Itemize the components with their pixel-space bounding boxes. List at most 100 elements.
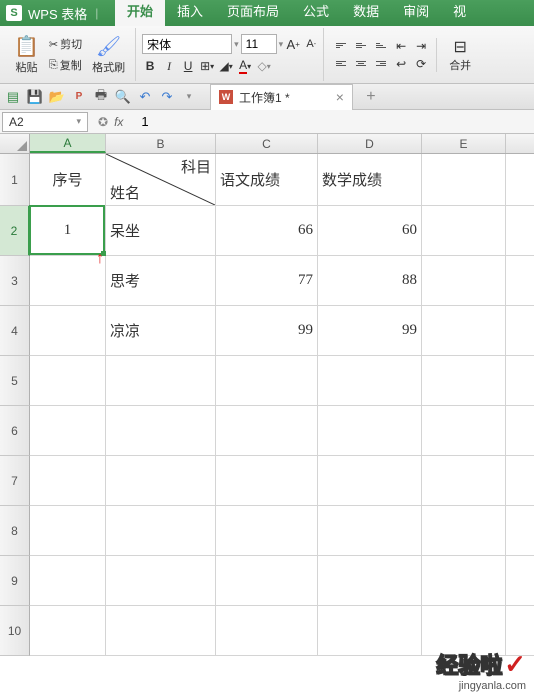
menu-insert[interactable]: 插入 bbox=[165, 0, 215, 26]
row-header-10[interactable]: 10 bbox=[0, 606, 30, 656]
cell-B5[interactable] bbox=[106, 356, 216, 405]
row-header-4[interactable]: 4 bbox=[0, 306, 30, 356]
document-tab[interactable]: W 工作簿1 * × bbox=[210, 84, 353, 110]
cell-C3[interactable]: 77 bbox=[216, 256, 318, 305]
cell-B6[interactable] bbox=[106, 406, 216, 455]
decrease-font-button[interactable]: A- bbox=[303, 35, 319, 53]
cell-A8[interactable] bbox=[30, 506, 106, 555]
save-button[interactable]: 💾 bbox=[26, 88, 44, 106]
column-header-A[interactable]: A bbox=[30, 134, 106, 153]
new-file-button[interactable]: ▤ bbox=[4, 88, 22, 106]
column-header-D[interactable]: D bbox=[318, 134, 422, 153]
cells-area[interactable]: ↑ 序号科目姓名语文成绩数学成绩1呆坐6660思考7788凉凉9999 bbox=[30, 154, 534, 656]
cell-C10[interactable] bbox=[216, 606, 318, 655]
cell-A2[interactable]: 1 bbox=[30, 206, 106, 255]
cell-D5[interactable] bbox=[318, 356, 422, 405]
qat-dropdown[interactable]: ▾ bbox=[180, 88, 198, 106]
column-header-C[interactable]: C bbox=[216, 134, 318, 153]
cell-E5[interactable] bbox=[422, 356, 506, 405]
cell-A5[interactable] bbox=[30, 356, 106, 405]
align-center-button[interactable] bbox=[352, 56, 370, 72]
cell-D9[interactable] bbox=[318, 556, 422, 605]
formula-input[interactable] bbox=[135, 112, 534, 132]
menu-start[interactable]: 开始 bbox=[115, 0, 165, 26]
fill-color-button[interactable]: ◢▾ bbox=[218, 57, 234, 75]
cell-B4[interactable]: 凉凉 bbox=[106, 306, 216, 355]
undo-button[interactable]: ↶ bbox=[136, 88, 154, 106]
row-header-1[interactable]: 1 bbox=[0, 154, 30, 206]
cell-E9[interactable] bbox=[422, 556, 506, 605]
menu-page-layout[interactable]: 页面布局 bbox=[215, 0, 291, 26]
merge-button[interactable]: ⊟ 合并 bbox=[443, 35, 477, 75]
menu-data[interactable]: 数据 bbox=[341, 0, 391, 26]
cell-C5[interactable] bbox=[216, 356, 318, 405]
cell-E8[interactable] bbox=[422, 506, 506, 555]
paste-button[interactable]: 📋 粘贴 bbox=[8, 32, 45, 77]
cell-E6[interactable] bbox=[422, 406, 506, 455]
cell-D6[interactable] bbox=[318, 406, 422, 455]
cut-button[interactable]: ✂剪切 bbox=[45, 34, 86, 54]
cell-E3[interactable] bbox=[422, 256, 506, 305]
row-header-6[interactable]: 6 bbox=[0, 406, 30, 456]
wrap-text-button[interactable]: ↩ bbox=[392, 56, 410, 72]
column-header-E[interactable]: E bbox=[422, 134, 506, 153]
cell-B7[interactable] bbox=[106, 456, 216, 505]
row-header-8[interactable]: 8 bbox=[0, 506, 30, 556]
export-pdf-button[interactable]: P bbox=[70, 88, 88, 106]
row-header-3[interactable]: 3 bbox=[0, 256, 30, 306]
cell-D7[interactable] bbox=[318, 456, 422, 505]
indent-decrease-button[interactable]: ⇤ bbox=[392, 38, 410, 54]
new-tab-button[interactable]: + bbox=[361, 88, 381, 106]
row-header-9[interactable]: 9 bbox=[0, 556, 30, 606]
cell-A6[interactable] bbox=[30, 406, 106, 455]
cell-B2[interactable]: 呆坐 bbox=[106, 206, 216, 255]
cell-E1[interactable] bbox=[422, 154, 506, 205]
cell-C4[interactable]: 99 bbox=[216, 306, 318, 355]
cell-E2[interactable] bbox=[422, 206, 506, 255]
menu-formula[interactable]: 公式 bbox=[291, 0, 341, 26]
cell-C7[interactable] bbox=[216, 456, 318, 505]
chevron-down-icon[interactable]: ▾ bbox=[279, 39, 284, 50]
redo-button[interactable]: ↷ bbox=[158, 88, 176, 106]
cell-C8[interactable] bbox=[216, 506, 318, 555]
indent-increase-button[interactable]: ⇥ bbox=[412, 38, 430, 54]
border-button[interactable]: ⊞▾ bbox=[199, 57, 215, 75]
cell-E7[interactable] bbox=[422, 456, 506, 505]
row-header-7[interactable]: 7 bbox=[0, 456, 30, 506]
cell-D3[interactable]: 88 bbox=[318, 256, 422, 305]
bold-button[interactable]: B bbox=[142, 57, 158, 75]
cell-D1[interactable]: 数学成绩 bbox=[318, 154, 422, 205]
cell-D10[interactable] bbox=[318, 606, 422, 655]
align-left-button[interactable] bbox=[332, 56, 350, 72]
insert-function-button[interactable]: ✪ bbox=[98, 115, 108, 129]
close-tab-button[interactable]: × bbox=[336, 89, 344, 105]
cell-A9[interactable] bbox=[30, 556, 106, 605]
align-middle-button[interactable] bbox=[352, 38, 370, 54]
cell-A1[interactable]: 序号 bbox=[30, 154, 106, 205]
column-header-B[interactable]: B bbox=[106, 134, 216, 153]
underline-button[interactable]: U bbox=[180, 57, 196, 75]
cell-C9[interactable] bbox=[216, 556, 318, 605]
cell-C1[interactable]: 语文成绩 bbox=[216, 154, 318, 205]
row-header-5[interactable]: 5 bbox=[0, 356, 30, 406]
cell-A3[interactable] bbox=[30, 256, 106, 305]
font-color-button[interactable]: A▾ bbox=[237, 57, 253, 75]
cell-C6[interactable] bbox=[216, 406, 318, 455]
cell-E4[interactable] bbox=[422, 306, 506, 355]
cell-C2[interactable]: 66 bbox=[216, 206, 318, 255]
italic-button[interactable]: I bbox=[161, 57, 177, 75]
chevron-down-icon[interactable]: ▾ bbox=[234, 39, 239, 50]
font-size-select[interactable] bbox=[241, 34, 277, 54]
cell-A7[interactable] bbox=[30, 456, 106, 505]
cell-B3[interactable]: 思考 bbox=[106, 256, 216, 305]
cell-B1[interactable]: 科目姓名 bbox=[106, 154, 216, 205]
cell-D2[interactable]: 60 bbox=[318, 206, 422, 255]
row-header-2[interactable]: 2 bbox=[0, 206, 30, 256]
cell-A4[interactable] bbox=[30, 306, 106, 355]
cell-B10[interactable] bbox=[106, 606, 216, 655]
name-box[interactable]: A2 ▾ bbox=[2, 112, 88, 132]
font-name-select[interactable] bbox=[142, 34, 232, 54]
orientation-button[interactable]: ⟳ bbox=[412, 56, 430, 72]
chevron-down-icon[interactable]: ▾ bbox=[76, 116, 81, 127]
cell-B9[interactable] bbox=[106, 556, 216, 605]
